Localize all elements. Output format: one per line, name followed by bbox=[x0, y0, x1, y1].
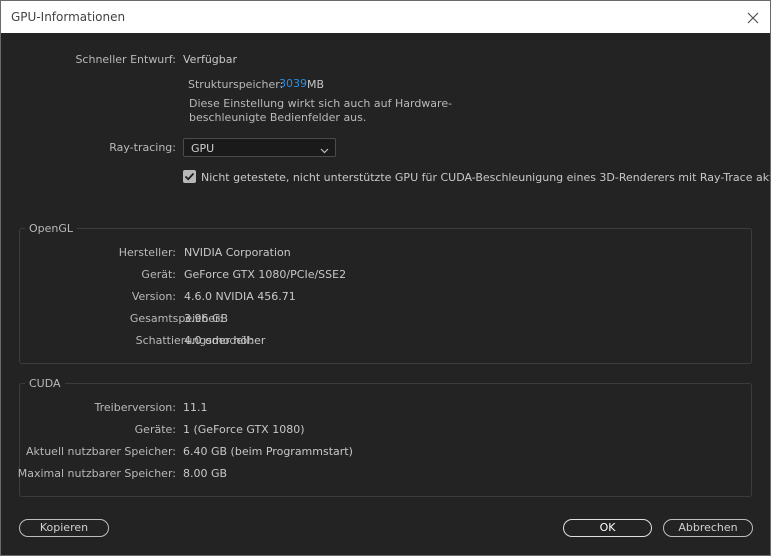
opengl-group-title: OpenGL bbox=[25, 222, 78, 235]
opengl-memory-value: 3.96 GB bbox=[184, 312, 229, 325]
opengl-vendor-value: NVIDIA Corporation bbox=[184, 246, 291, 259]
raytracing-select[interactable]: GPU bbox=[183, 138, 336, 157]
cuda-group-title: CUDA bbox=[25, 377, 65, 390]
checkmark-icon bbox=[184, 172, 195, 181]
opengl-version-value: 4.6.0 NVIDIA 456.71 bbox=[184, 290, 296, 303]
ok-button[interactable]: OK bbox=[563, 519, 652, 537]
draft-note-line2: beschleunigte Bedienfelder aus. bbox=[189, 111, 367, 124]
gpu-info-dialog: GPU-Informationen Schneller Entwurf: Ver… bbox=[0, 0, 771, 556]
raytracing-label: Ray-tracing: bbox=[109, 141, 176, 154]
cuda-max-memory-label: Maximal nutzbarer Speicher: bbox=[17, 467, 176, 480]
draft-label: Schneller Entwurf: bbox=[75, 53, 176, 66]
opengl-device-label: Gerät: bbox=[141, 268, 176, 281]
draft-value: Verfügbar bbox=[183, 53, 238, 66]
copy-button[interactable]: Kopieren bbox=[19, 519, 109, 537]
opengl-shader-model-value: 4.0 oder höher bbox=[184, 334, 266, 347]
cuda-devices-label: Geräte: bbox=[134, 423, 176, 436]
texture-memory-label: Strukturspeicher: bbox=[188, 78, 284, 91]
window-title: GPU-Informationen bbox=[11, 10, 126, 24]
cuda-raytrace-checkbox[interactable] bbox=[183, 170, 196, 183]
title-bar: GPU-Informationen bbox=[1, 1, 770, 33]
cuda-current-memory-label: Aktuell nutzbarer Speicher: bbox=[26, 445, 176, 458]
chevron-down-icon bbox=[320, 144, 329, 157]
opengl-version-label: Version: bbox=[131, 290, 176, 303]
cuda-max-memory-value: 8.00 GB bbox=[183, 467, 228, 480]
raytracing-selected-value: GPU bbox=[191, 142, 215, 155]
cuda-current-memory-value: 6.40 GB (beim Programmstart) bbox=[183, 445, 353, 458]
cancel-button[interactable]: Abbrechen bbox=[663, 519, 753, 537]
cuda-devices-value: 1 (GeForce GTX 1080) bbox=[183, 423, 305, 436]
cuda-driver-value: 11.1 bbox=[183, 401, 208, 414]
draft-note-line1: Diese Einstellung wirkt sich auch auf Ha… bbox=[189, 97, 453, 110]
texture-memory-value[interactable]: 3039 bbox=[279, 77, 307, 90]
texture-memory-unit: MB bbox=[307, 78, 325, 91]
opengl-device-value: GeForce GTX 1080/PCIe/SSE2 bbox=[184, 268, 347, 281]
close-icon[interactable] bbox=[742, 7, 764, 29]
cuda-raytrace-checkbox-label[interactable]: Nicht getestete, nicht unterstützte GPU … bbox=[201, 171, 770, 184]
opengl-vendor-label: Hersteller: bbox=[118, 246, 176, 259]
cuda-driver-label: Treiberversion: bbox=[94, 401, 176, 414]
